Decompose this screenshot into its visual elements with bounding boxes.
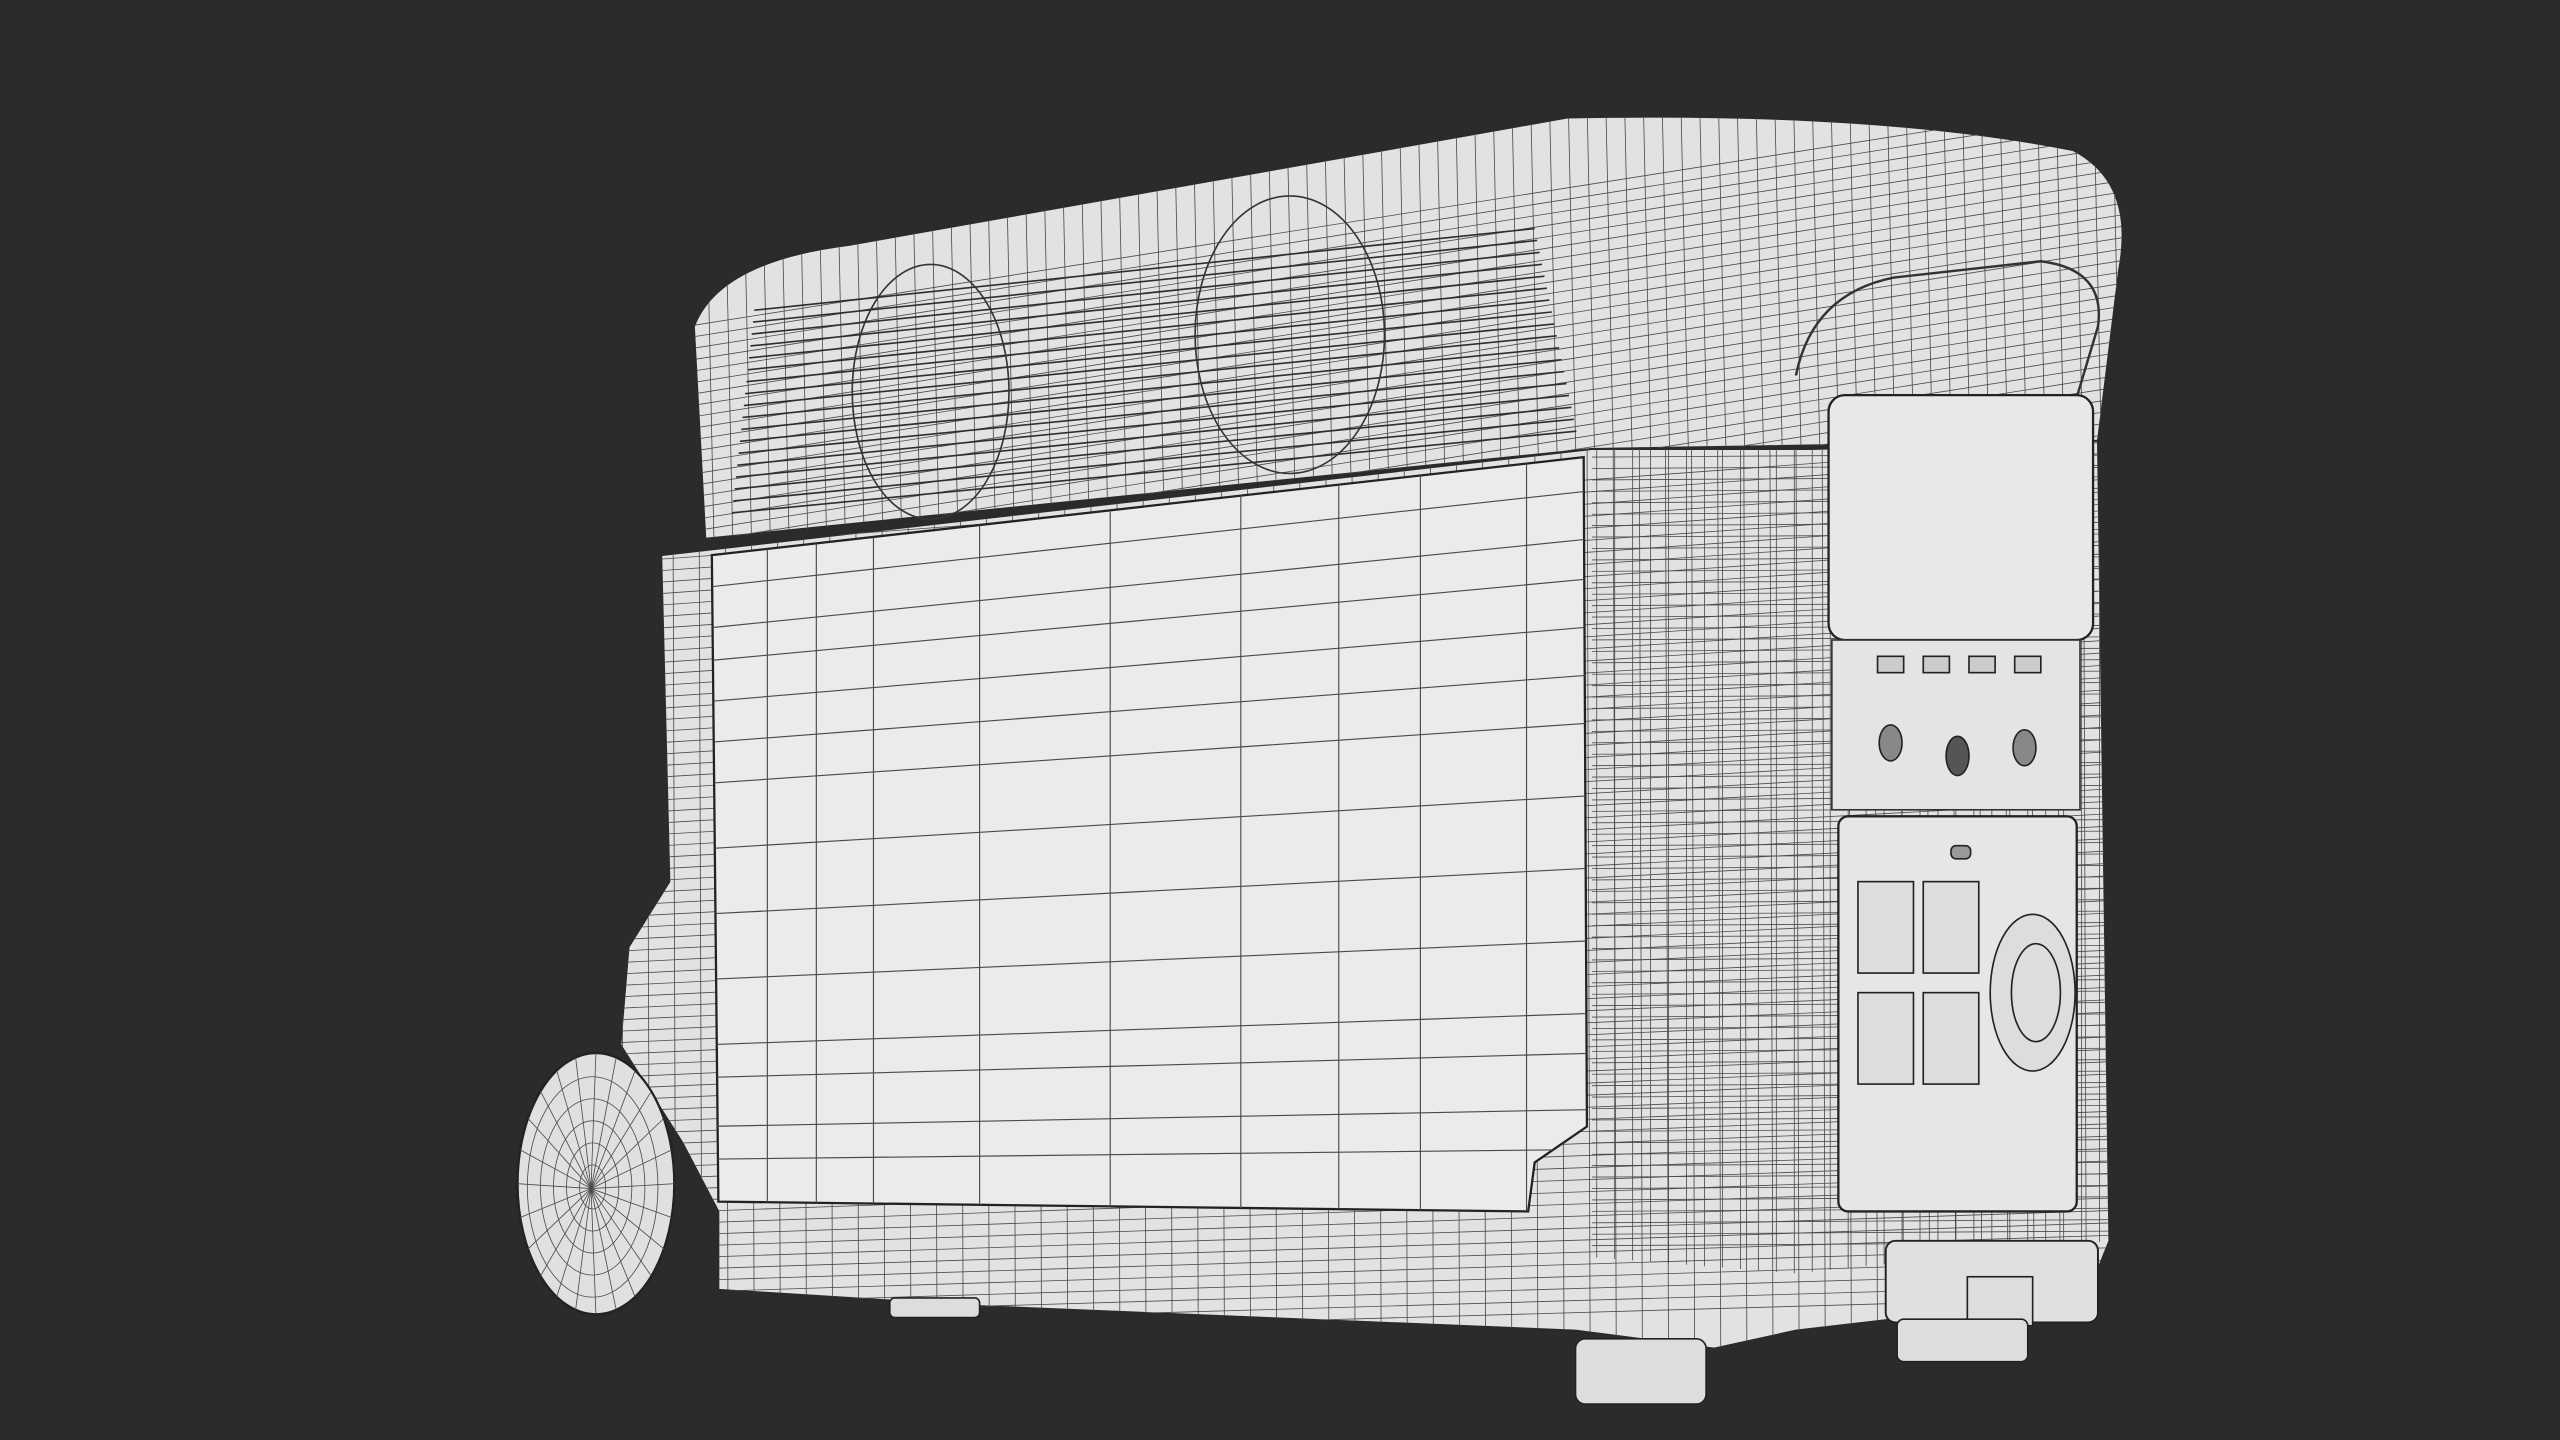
ac-outlet [1922, 880, 1980, 974]
side-panel [710, 455, 1589, 1213]
usb-port [1922, 655, 1951, 674]
foot [1896, 1318, 2029, 1363]
usb-port [2013, 655, 2042, 674]
ac-outlet [1857, 991, 1915, 1085]
ac-round-outlet [1989, 913, 2076, 1072]
display-panel [1827, 393, 2095, 642]
wire-edge [2131, 98, 2141, 555]
usb-c-port [2012, 728, 2037, 767]
port-panel [1831, 639, 2081, 811]
indicator-light [1950, 844, 1972, 860]
wire-edge [2112, 116, 2123, 539]
ac-outlet [1857, 880, 1915, 974]
dc-port [1945, 735, 1970, 777]
usb-c-port [1878, 724, 1903, 762]
usb-port [1968, 655, 1996, 674]
wire-edge [2150, 98, 2160, 555]
foot [888, 1297, 981, 1319]
wire-edge [2169, 98, 2179, 555]
foot [1574, 1337, 1707, 1405]
usb-port [1876, 655, 1905, 674]
wire-edge [2136, 408, 2139, 1371]
wire-edge [2162, 408, 2165, 1371]
wheel [516, 1051, 676, 1316]
wireframe-render-viewport [516, 98, 2179, 1405]
ac-outlet [1922, 991, 1980, 1085]
